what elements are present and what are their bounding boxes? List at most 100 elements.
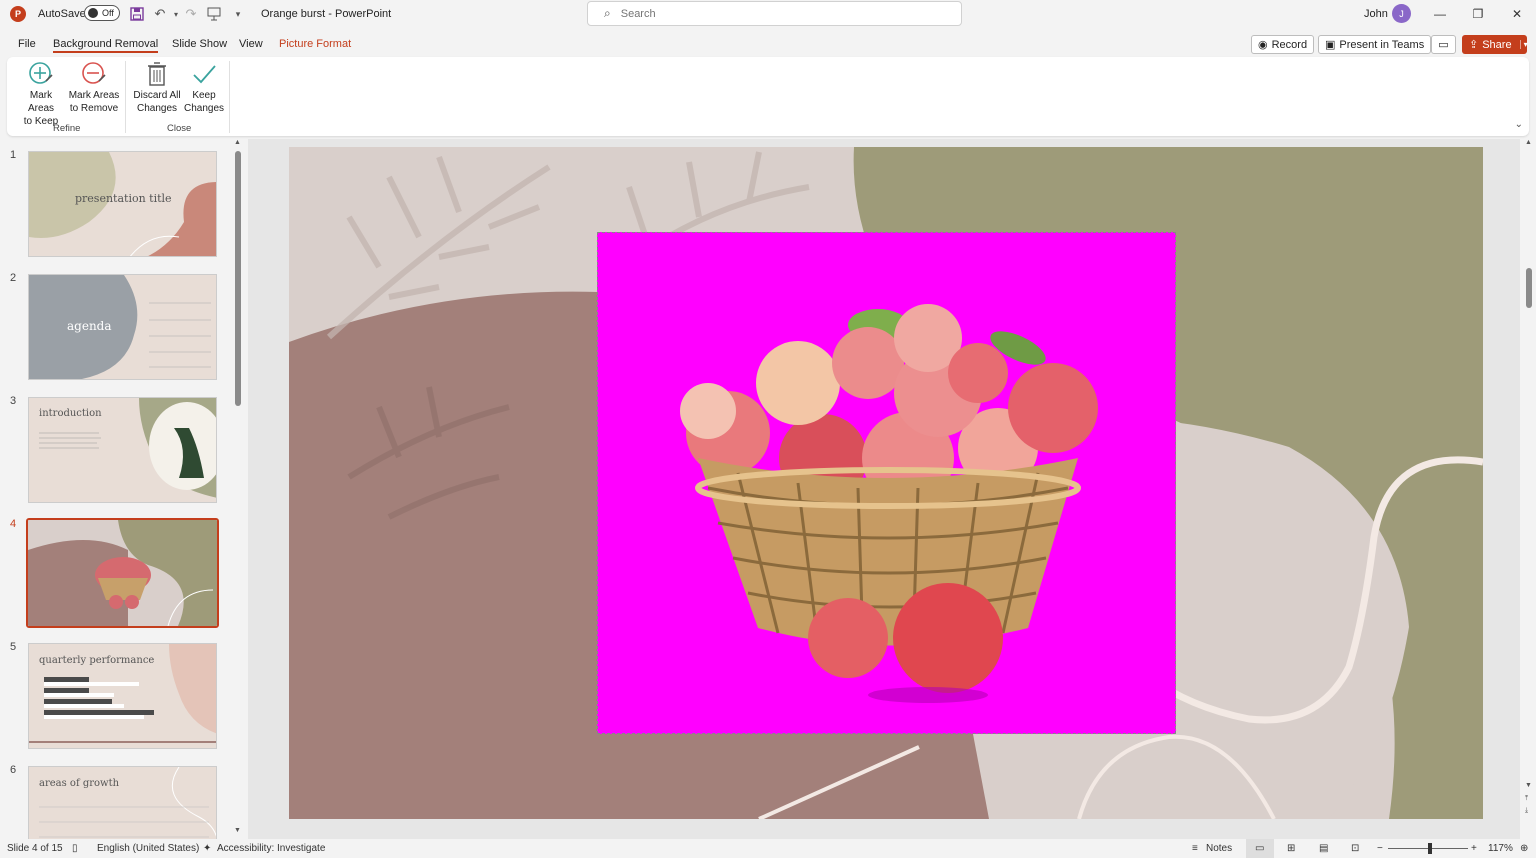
mark-remove-line1: Mark Areas bbox=[68, 90, 120, 101]
collapse-ribbon-icon[interactable]: ⌄ bbox=[1515, 119, 1523, 130]
tab-picture-format[interactable]: Picture Format bbox=[279, 38, 351, 50]
zoom-out-icon[interactable]: − bbox=[1377, 843, 1383, 854]
discard-line1: Discard All bbox=[133, 90, 181, 101]
autosave-label: AutoSave bbox=[38, 8, 86, 20]
keep-line1: Keep bbox=[192, 90, 216, 101]
tab-slide-show[interactable]: Slide Show bbox=[172, 38, 227, 50]
thumb-bg-2 bbox=[29, 275, 216, 379]
status-bar: Slide 4 of 15 ▯ English (United States) … bbox=[0, 839, 1536, 858]
minimize-icon[interactable]: — bbox=[1425, 4, 1455, 24]
tab-background-removal[interactable]: Background Removal bbox=[53, 38, 159, 53]
notes-button[interactable]: Notes bbox=[1206, 843, 1232, 854]
save-icon[interactable] bbox=[129, 6, 145, 22]
toggle-knob bbox=[88, 8, 98, 18]
search-input[interactable] bbox=[620, 7, 921, 20]
apple-basket-image bbox=[598, 233, 1175, 733]
share-label: Share bbox=[1482, 38, 1512, 51]
slide-thumbnail-1[interactable]: presentation title bbox=[28, 151, 217, 257]
language-status[interactable]: English (United States) bbox=[97, 843, 199, 854]
keep-line2: Changes bbox=[183, 103, 225, 114]
slide-scrollbar[interactable]: ▲ ▼ ⤒ ⤓ bbox=[1522, 139, 1536, 839]
zoom-level[interactable]: 117% bbox=[1488, 843, 1513, 854]
fit-to-window-icon[interactable]: ⊕ bbox=[1520, 843, 1528, 854]
search-icon: ⌕ bbox=[604, 6, 611, 20]
record-label: Record bbox=[1271, 38, 1308, 51]
record-icon: ◉ bbox=[1258, 39, 1268, 51]
present-in-teams-button[interactable]: ▣ Present in Teams bbox=[1318, 35, 1432, 54]
zoom-in-icon[interactable]: + bbox=[1471, 843, 1477, 854]
teams-icon: ▣ bbox=[1325, 39, 1336, 51]
tab-file[interactable]: File bbox=[18, 38, 36, 50]
title-bar: P AutoSave Off ↶ ▾ ↷ ▾ Orange burst - Po… bbox=[0, 0, 1536, 30]
keep-changes-button[interactable]: Keep Changes bbox=[183, 61, 225, 115]
thumb-title-5: quarterly performance bbox=[39, 655, 155, 666]
normal-view-icon[interactable]: ▭ bbox=[1255, 843, 1264, 854]
powerpoint-logo-icon: P bbox=[10, 6, 26, 22]
scrollbar-thumb[interactable] bbox=[1526, 268, 1532, 308]
close-icon[interactable]: ✕ bbox=[1502, 4, 1532, 24]
slide-show-icon[interactable]: ⊡ bbox=[1351, 843, 1359, 854]
comments-button[interactable]: ▭ bbox=[1431, 35, 1456, 54]
mark-keep-icon bbox=[29, 62, 53, 84]
mark-areas-to-remove-button[interactable]: Mark Areas to Remove bbox=[68, 61, 120, 115]
previous-slide-icon[interactable]: ⤒ bbox=[1525, 795, 1528, 803]
scroll-up-icon[interactable]: ▲ bbox=[234, 139, 241, 146]
user-name: John bbox=[1364, 8, 1388, 20]
tab-view[interactable]: View bbox=[239, 38, 263, 50]
slide-4[interactable] bbox=[289, 147, 1483, 819]
slide-counter: Slide 4 of 15 bbox=[7, 843, 63, 854]
checkmark-icon bbox=[193, 65, 216, 84]
slide-thumbnail-2[interactable]: agenda bbox=[28, 274, 217, 380]
reading-view-icon[interactable]: ▤ bbox=[1319, 843, 1328, 854]
ribbon: Mark Areas to Keep Mark Areas to Remove … bbox=[7, 57, 1529, 136]
thumb-bg-4 bbox=[28, 520, 217, 626]
share-button[interactable]: ⇪ Share ▾ bbox=[1462, 35, 1528, 54]
scroll-down-icon[interactable]: ▼ bbox=[234, 827, 241, 834]
thumb-number: 3 bbox=[10, 395, 17, 407]
restore-icon[interactable]: ❐ bbox=[1463, 4, 1493, 24]
avatar[interactable]: J bbox=[1392, 4, 1411, 23]
slide-sorter-icon[interactable]: ⊞ bbox=[1287, 843, 1295, 854]
search-box[interactable]: ⌕ bbox=[587, 1, 962, 26]
close-group-label: Close bbox=[167, 123, 192, 134]
autosave-toggle[interactable]: Off bbox=[84, 5, 120, 21]
slide-thumbnail-4[interactable] bbox=[26, 518, 219, 628]
thumb-title-6: areas of growth bbox=[39, 778, 120, 789]
share-dropdown-icon[interactable]: ▾ bbox=[1519, 40, 1528, 49]
notes-icon: ≡ bbox=[1192, 843, 1198, 854]
ribbon-separator bbox=[229, 61, 230, 133]
ribbon-separator bbox=[125, 61, 126, 133]
slide-thumbnail-pane: 1 presentation title 2 agenda 3 introduc… bbox=[0, 139, 247, 839]
slide-thumbnail-6[interactable]: areas of growth bbox=[28, 766, 217, 839]
scroll-down-icon[interactable]: ▼ bbox=[1525, 782, 1532, 789]
spellcheck-icon[interactable]: ▯ bbox=[72, 843, 78, 854]
autosave-state: Off bbox=[102, 8, 114, 18]
scroll-up-icon[interactable]: ▲ bbox=[1525, 139, 1532, 146]
thumbnail-scrollbar[interactable]: ▲ ▼ bbox=[234, 139, 242, 839]
start-from-beginning-icon[interactable] bbox=[206, 6, 222, 22]
customize-toolbar-icon[interactable]: ▾ bbox=[230, 6, 246, 22]
share-icon: ⇪ bbox=[1469, 39, 1479, 51]
record-button[interactable]: ◉ Record bbox=[1251, 35, 1315, 54]
undo-dropdown-icon[interactable]: ▾ bbox=[168, 6, 184, 22]
document-title: Orange burst - PowerPoint bbox=[261, 8, 392, 20]
refine-group-label: Refine bbox=[53, 123, 81, 134]
redo-icon[interactable]: ↷ bbox=[183, 6, 199, 22]
accessibility-status[interactable]: Accessibility: Investigate bbox=[217, 843, 325, 854]
discard-all-changes-button[interactable]: Discard All Changes bbox=[132, 61, 182, 115]
slide-thumbnail-5[interactable]: quarterly performance bbox=[28, 643, 217, 749]
present-in-teams-label: Present in Teams bbox=[1339, 38, 1425, 51]
mark-areas-to-keep-button[interactable]: Mark Areas to Keep bbox=[16, 61, 66, 128]
thumb-title-3: introduction bbox=[39, 408, 102, 419]
thumb-title-2: agenda bbox=[67, 319, 112, 333]
thumb-number: 6 bbox=[10, 764, 17, 776]
apple-basket-picture[interactable] bbox=[597, 232, 1176, 734]
scrollbar-thumb[interactable] bbox=[235, 151, 241, 406]
next-slide-icon[interactable]: ⤓ bbox=[1525, 807, 1528, 815]
slide-thumbnail-3[interactable]: introduction bbox=[28, 397, 217, 503]
zoom-slider-thumb[interactable] bbox=[1428, 843, 1432, 854]
thumb-number: 1 bbox=[10, 149, 17, 161]
thumb-number: 2 bbox=[10, 272, 17, 284]
thumb-number: 4 bbox=[10, 518, 17, 530]
undo-icon[interactable]: ↶ bbox=[152, 6, 168, 22]
